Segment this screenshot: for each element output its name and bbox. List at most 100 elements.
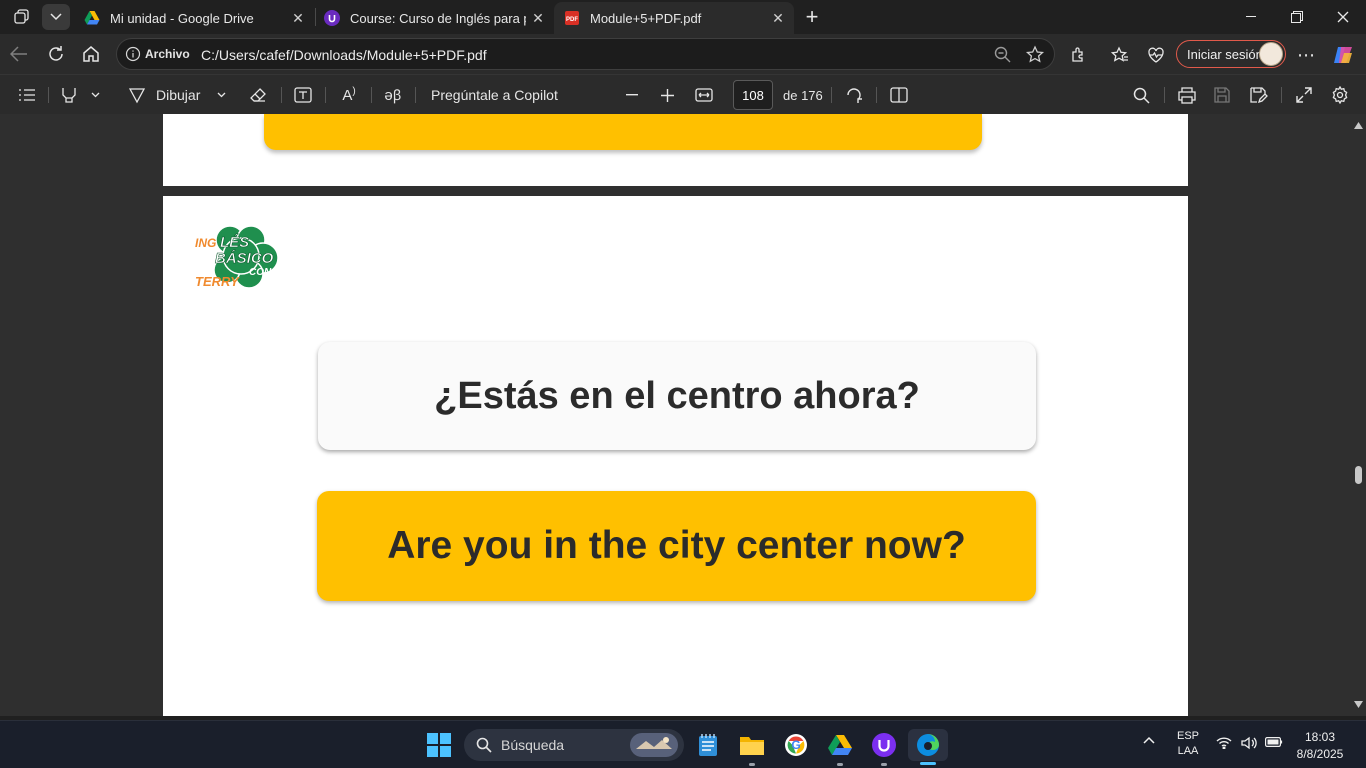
svg-text:G: G [791,738,800,752]
toolbar-separator [325,87,326,103]
tab-title: Module+5+PDF.pdf [590,10,702,26]
file-explorer-icon[interactable] [736,729,768,766]
yellow-answer-box-bottom [264,114,982,150]
draw-icon[interactable] [124,83,150,107]
pdf-viewer[interactable]: ING LÉS BÁSICO CON TERRY ¿Estás en el ce… [0,114,1366,716]
tab-course[interactable]: Course: Curso de Inglés para principiant… [314,2,554,34]
search-icon [476,737,492,753]
scroll-down-arrow-icon[interactable] [1354,701,1363,708]
back-icon[interactable] [4,40,34,68]
close-tab-icon[interactable]: ✕ [766,6,790,30]
language-code: ESP [1176,730,1199,742]
favorites-icon[interactable] [1109,44,1131,66]
input-language-indicator[interactable]: ESP LAA [1170,730,1206,757]
settings-gear-icon[interactable] [1329,83,1351,107]
add-text-icon[interactable] [291,83,315,107]
tab-google-drive[interactable]: Mi unidad - Google Drive ✕ [74,2,314,34]
address-row: Archivo C:/Users/cafef/Downloads/Module+… [0,34,1366,74]
page-view-icon[interactable] [888,83,910,107]
scroll-up-arrow-icon[interactable] [1354,122,1363,129]
rotate-icon[interactable] [843,83,865,107]
new-tab-icon[interactable]: + [798,4,826,30]
workspaces-icon[interactable] [8,4,36,30]
spanish-sentence-card: ¿Estás en el centro ahora? [318,342,1036,450]
translate-icon[interactable]: əꞵ [381,83,405,107]
contents-list-icon[interactable] [14,83,40,107]
sign-in-label: Iniciar sesión [1187,46,1263,62]
url-text[interactable]: C:/Users/cafef/Downloads/Module+5+PDF.pd… [201,47,487,63]
draw-button[interactable]: Dibujar [156,83,200,107]
clock-date: 8/8/2025 [1296,747,1344,761]
chevron-down-icon[interactable] [212,83,230,107]
fit-page-icon[interactable] [692,83,716,107]
search-highlight-image-icon [630,733,678,757]
windows-taskbar: Búsqueda G ESP LAA 18:03 8/8/2025 [0,720,1366,768]
more-options-icon[interactable]: ⋯ [1295,44,1317,66]
clock[interactable]: 18:03 8/8/2025 [1290,730,1350,761]
toolbar-separator [831,87,832,103]
search-placeholder: Búsqueda [501,737,565,753]
toolbar-separator [48,87,49,103]
close-tab-icon[interactable]: ✕ [286,6,310,30]
clock-time: 18:03 [1304,730,1336,744]
volume-icon[interactable] [1239,736,1259,753]
start-windows-icon[interactable] [423,729,455,761]
english-sentence: Are you in the city center now? [387,524,966,567]
toolbar-separator [1281,87,1282,103]
svg-text:BÁSICO: BÁSICO [215,250,274,267]
close-window-icon[interactable] [1320,0,1366,34]
tab-pdf[interactable]: PDF Module+5+PDF.pdf ✕ [554,2,794,34]
save-as-icon[interactable] [1248,83,1270,107]
pdf-icon: PDF [565,11,579,25]
wifi-icon[interactable] [1214,737,1234,752]
sign-in-button[interactable]: Iniciar sesión [1176,40,1286,68]
home-icon[interactable] [76,40,106,68]
scroll-thumb[interactable] [1355,466,1362,484]
info-icon[interactable] [125,46,141,62]
page-total: de 176 [783,88,823,103]
extensions-icon[interactable] [1068,44,1090,66]
google-chrome-icon[interactable]: G [780,729,812,761]
svg-text:PDF: PDF [566,17,578,23]
address-bar[interactable]: Archivo C:/Users/cafef/Downloads/Module+… [116,38,1055,70]
copilot-icon[interactable] [1332,44,1354,66]
minimize-icon[interactable] [1228,0,1274,34]
edge-browser-icon[interactable] [908,729,948,765]
avatar [1259,42,1283,66]
favorite-star-icon[interactable] [1025,45,1045,65]
svg-text:CON: CON [249,267,272,278]
chevron-down-icon[interactable] [86,83,104,107]
google-drive-taskbar-icon[interactable] [824,729,856,766]
tab-actions-chevron-icon[interactable] [42,4,70,30]
pdf-page-current: ING LÉS BÁSICO CON TERRY ¿Estás en el ce… [163,196,1188,716]
zoom-in-icon[interactable] [657,83,677,107]
course-app-icon[interactable] [868,729,900,766]
notepad-icon[interactable] [692,729,724,761]
highlight-icon[interactable] [58,83,80,107]
pdf-toolbar: Dibujar A) əꞵ Pregúntale a Copilot 108 d… [0,74,1366,114]
ask-copilot-button[interactable]: Pregúntale a Copilot [431,83,558,107]
show-hidden-icons-chevron-icon[interactable] [1138,735,1160,747]
print-icon[interactable] [1176,83,1198,107]
running-indicator [881,763,887,766]
find-icon[interactable] [1130,83,1152,107]
zoom-out-icon[interactable] [622,83,642,107]
svg-text:ING: ING [195,236,216,250]
tab-strip: Mi unidad - Google Drive ✕ Course: Curso… [0,0,1366,34]
restore-icon[interactable] [1274,0,1320,34]
eraser-icon[interactable] [246,83,270,107]
fullscreen-icon[interactable] [1293,83,1315,107]
close-tab-icon[interactable]: ✕ [526,6,550,30]
save-icon[interactable] [1211,83,1233,107]
browser-essentials-icon[interactable] [1145,44,1167,66]
taskbar-search[interactable]: Búsqueda [464,729,684,761]
battery-icon[interactable] [1264,737,1284,750]
ingles-basico-con-terry-logo: ING LÉS BÁSICO CON TERRY [195,225,279,289]
refresh-icon[interactable] [41,40,71,68]
svg-text:TERRY: TERRY [195,274,240,289]
page-number-input[interactable]: 108 [733,80,773,110]
vertical-scrollbar[interactable] [1350,114,1366,716]
active-app-indicator [920,762,936,765]
read-aloud-icon[interactable]: A) [337,83,361,107]
zoom-out-icon[interactable] [993,45,1013,65]
